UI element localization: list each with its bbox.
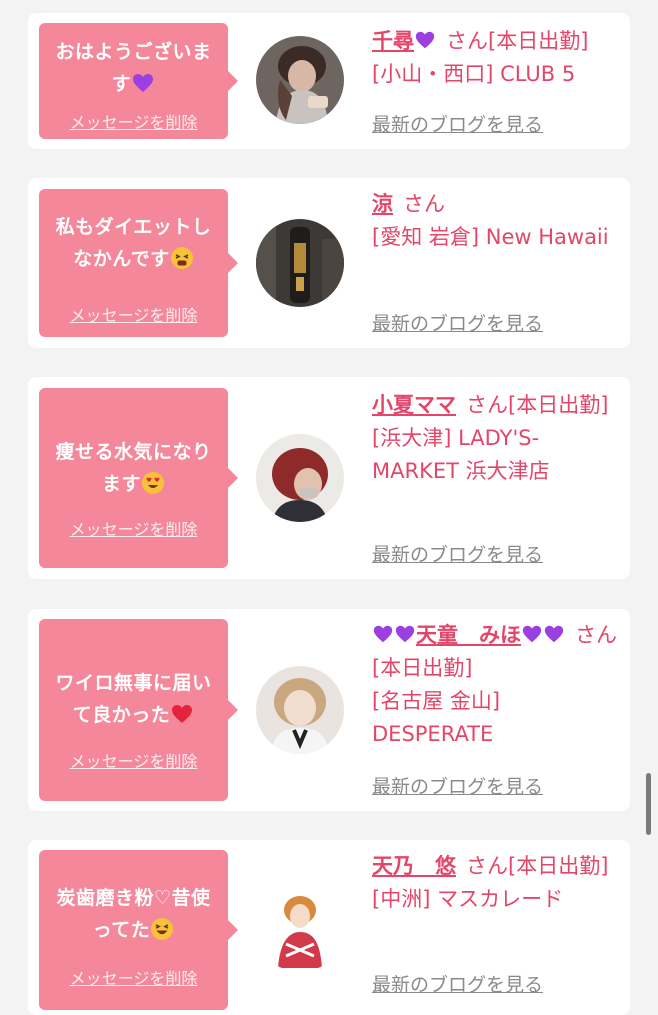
sender-info: 小夏ママ さん[本日出勤] [浜大津] LADY'S-MARKET 浜大津店 bbox=[372, 389, 622, 488]
latest-blog-link[interactable]: 最新のブログを見る bbox=[372, 772, 543, 799]
latest-blog-link[interactable]: 最新のブログを見る bbox=[372, 110, 543, 137]
avatar-photo bbox=[256, 434, 344, 522]
delete-message-link[interactable]: メッセージを削除 bbox=[39, 748, 228, 772]
heart-eyes-icon bbox=[142, 472, 164, 494]
shop-name: マスカレード bbox=[437, 887, 564, 911]
message-bubble: 私もダイエットしなかんです メッセージを削除 bbox=[39, 189, 238, 337]
message-text-line: ワイロ無事に届いて良かった bbox=[47, 667, 220, 731]
work-status: [本日出勤] bbox=[372, 656, 473, 680]
latest-blog-link[interactable]: 最新のブログを見る bbox=[372, 540, 543, 567]
purple-heart-icon bbox=[415, 31, 435, 49]
sender-name-link[interactable]: 小夏ママ bbox=[372, 393, 456, 417]
location: [小山・西口] bbox=[372, 62, 494, 86]
name-line: 小夏ママ さん[本日出勤] bbox=[372, 389, 622, 422]
honorific: さん bbox=[403, 192, 445, 216]
laughing-face-icon bbox=[151, 918, 174, 940]
shop-line: [小山・西口] CLUB 5 bbox=[372, 58, 622, 91]
delete-message-link[interactable]: メッセージを削除 bbox=[39, 516, 228, 540]
work-status: [本日出勤] bbox=[508, 393, 609, 417]
purple-heart-icon bbox=[522, 625, 542, 643]
delete-message-link[interactable]: メッセージを削除 bbox=[39, 109, 228, 133]
sender-info: 天乃 悠さん[本日出勤] [中洲] マスカレード bbox=[372, 850, 622, 916]
latest-blog-link[interactable]: 最新のブログを見る bbox=[372, 309, 543, 336]
honorific: さん bbox=[466, 854, 508, 878]
message-bubble: 炭歯磨き粉♡昔使ってた メッセージを削除 bbox=[39, 850, 238, 1010]
sender-info: 涼さん [愛知 岩倉] New Hawaii bbox=[372, 188, 622, 254]
shop-line: [浜大津] LADY'S-MARKET 浜大津店 bbox=[372, 422, 622, 488]
honorific: さん bbox=[446, 29, 488, 53]
purple-heart-icon bbox=[133, 74, 154, 92]
message-text-line: おはようございます bbox=[47, 36, 220, 100]
tired-face-icon bbox=[170, 247, 193, 269]
purple-heart-icon bbox=[373, 625, 393, 643]
message-card: 痩せる水気になります メッセージを削除 小夏ママ さん[本日出勤] [浜大津] L… bbox=[28, 377, 630, 579]
sender-name-link[interactable]: 天乃 悠 bbox=[372, 854, 456, 878]
avatar-photo bbox=[256, 36, 344, 124]
avatar[interactable] bbox=[256, 219, 344, 307]
honorific: さん bbox=[575, 623, 617, 647]
message-bubble: おはようございます メッセージを削除 bbox=[39, 23, 238, 139]
delete-message-link[interactable]: メッセージを削除 bbox=[39, 302, 228, 326]
red-heart-icon bbox=[172, 705, 193, 723]
message-card: 炭歯磨き粉♡昔使ってた メッセージを削除 天乃 悠さん[本日出勤] [中洲] マ… bbox=[28, 840, 630, 1015]
location: [愛知 岩倉] bbox=[372, 225, 480, 249]
latest-blog-link[interactable]: 最新のブログを見る bbox=[372, 970, 543, 997]
location: [中洲] bbox=[372, 887, 431, 911]
sender-name-link[interactable]: 涼 bbox=[372, 192, 393, 216]
message-bubble: 痩せる水気になります メッセージを削除 bbox=[39, 388, 238, 568]
message-text: 炭歯磨き粉♡昔使ってた bbox=[56, 887, 211, 941]
message-card: おはようございます メッセージを削除 千尋 さん[本日出勤] [小山・西口] CL… bbox=[28, 13, 630, 149]
purple-heart-icon bbox=[395, 625, 415, 643]
name-line: 天童 みほ さん [本日出勤] bbox=[372, 619, 622, 685]
work-status: [本日出勤] bbox=[488, 29, 589, 53]
shop-name: CLUB 5 bbox=[500, 62, 576, 86]
scrollbar[interactable] bbox=[646, 773, 651, 835]
sender-info: 千尋 さん[本日出勤] [小山・西口] CLUB 5 bbox=[372, 25, 622, 91]
location: [名古屋 金山] bbox=[372, 689, 501, 713]
honorific: さん bbox=[466, 393, 508, 417]
shop-name: New Hawaii bbox=[485, 225, 609, 249]
message-text: 痩せる水気になります bbox=[55, 441, 212, 495]
message-text-line: 私もダイエットしなかんです bbox=[47, 211, 220, 275]
location: [浜大津] bbox=[372, 426, 452, 450]
message-bubble: ワイロ無事に届いて良かった メッセージを削除 bbox=[39, 619, 238, 801]
work-status: [本日出勤] bbox=[508, 854, 609, 878]
sender-info: 天童 みほ さん [本日出勤] [名古屋 金山] DESPERATE bbox=[372, 619, 622, 751]
message-text-line: 炭歯磨き粉♡昔使ってた bbox=[47, 882, 220, 946]
avatar-photo bbox=[256, 666, 344, 754]
avatar[interactable] bbox=[256, 884, 344, 972]
sender-name-link[interactable]: 天童 みほ bbox=[372, 623, 565, 647]
shop-name: DESPERATE bbox=[372, 722, 494, 746]
avatar[interactable] bbox=[256, 434, 344, 522]
sender-name-link[interactable]: 千尋 bbox=[372, 29, 436, 53]
purple-heart-icon bbox=[544, 625, 564, 643]
shop-line: [名古屋 金山] DESPERATE bbox=[372, 685, 622, 751]
message-card: 私もダイエットしなかんです メッセージを削除 涼さん [愛知 岩倉] New H… bbox=[28, 178, 630, 348]
name-line: 千尋 さん[本日出勤] bbox=[372, 25, 622, 58]
message-text-line: 痩せる水気になります bbox=[47, 436, 220, 500]
avatar-photo bbox=[256, 219, 344, 307]
name-line: 涼さん bbox=[372, 188, 622, 221]
avatar-photo bbox=[256, 884, 344, 972]
shop-line: [愛知 岩倉] New Hawaii bbox=[372, 221, 622, 254]
name-line: 天乃 悠さん[本日出勤] bbox=[372, 850, 622, 883]
message-card: ワイロ無事に届いて良かった メッセージを削除 天童 みほ さん [本日出勤] [名古… bbox=[28, 609, 630, 811]
avatar[interactable] bbox=[256, 36, 344, 124]
avatar[interactable] bbox=[256, 666, 344, 754]
delete-message-link[interactable]: メッセージを削除 bbox=[39, 965, 228, 989]
shop-line: [中洲] マスカレード bbox=[372, 883, 622, 916]
